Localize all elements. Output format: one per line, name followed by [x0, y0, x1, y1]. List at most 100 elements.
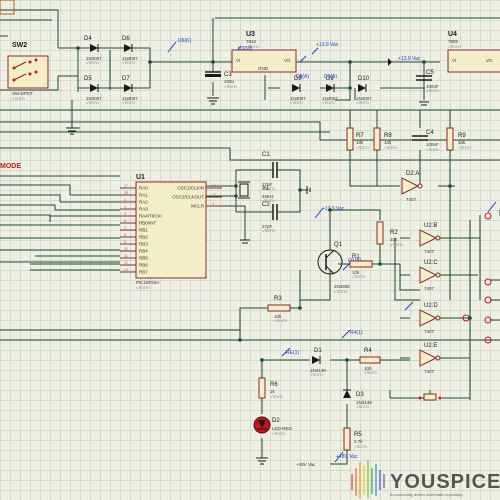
gate-ref: U2:D — [424, 303, 438, 309]
c5-ref: C5 — [426, 70, 434, 76]
r2-ref: R2 — [390, 230, 398, 236]
u4-text: <TEXT> — [448, 45, 461, 49]
capacitor-c4[interactable]: C4 100nF <TEXT> — [412, 130, 439, 152]
u4-vo: VO — [486, 58, 493, 63]
resistor-r9[interactable]: R9 10k <TEXT> — [446, 127, 471, 151]
r6-ref: R6 — [270, 382, 278, 388]
mode-label: MODE — [0, 163, 21, 170]
mcu-pin-name: RB6 — [139, 263, 148, 268]
r9-text: <TEXT> — [458, 146, 471, 150]
u3-gnd: GND — [258, 66, 269, 71]
d9-text: <TEXT> — [322, 101, 335, 105]
d3-text: <TEXT> — [356, 405, 369, 409]
diode-d1[interactable]: D1 1N4148 <TEXT> — [310, 348, 326, 377]
diode-d9[interactable]: D9 1N4007 <TEXT> — [322, 76, 338, 105]
relay-contact — [418, 393, 442, 401]
mcu-pin-name: RB5 — [139, 256, 148, 261]
mcu-pin-name: RB3 — [139, 242, 148, 247]
c3-ref: C3 — [224, 72, 232, 78]
sw2-ref: SW2 — [12, 42, 27, 49]
gate-type: 7407 — [424, 329, 435, 334]
q1-type: 2N3906 — [334, 284, 350, 289]
logo-tagline: A community driven schematic repository — [390, 492, 463, 497]
buffer-gate[interactable]: U2:D 7407 — [419, 303, 441, 334]
buffer-gate[interactable]: U2:E 7407 — [419, 343, 441, 374]
gate-bubble — [435, 355, 441, 361]
buffer-gate[interactable]: D2:A 7407 — [401, 171, 423, 202]
d4-ref: D4 — [84, 36, 92, 42]
resistor-r5[interactable]: R5 4.7k <TEXT> — [343, 427, 367, 451]
buffer-gate[interactable]: U2:B 7407 — [419, 223, 441, 254]
r5-text: <TEXT> — [354, 445, 367, 449]
c4-ref: C4 — [426, 130, 434, 136]
capacitor-c3[interactable]: C3 100u <TEXT> — [205, 71, 237, 89]
resistor-r3[interactable]: R3 10k <TEXT> — [267, 296, 291, 323]
schematic-drawing[interactable]: SW2 SW-DPDT <TEXT> D4 1N4007 <TEXT> D6 1… — [0, 0, 500, 500]
switch-sw2[interactable]: SW2 SW-DPDT <TEXT> — [0, 0, 49, 101]
d6-text: <TEXT> — [122, 61, 135, 65]
x1-ref: X1 — [262, 186, 270, 192]
mcu-pin-name: RB0/INT — [139, 221, 157, 226]
logo-text: YOUSPICE — [390, 471, 500, 493]
c4-text: <TEXT> — [426, 148, 439, 152]
diode-d7[interactable]: D7 1N4007 <TEXT> — [122, 76, 138, 105]
resistor-r8[interactable]: R8 10k <TEXT> — [373, 127, 397, 151]
mcu-pin-number: 17 — [124, 184, 128, 188]
mcu-pin-name: RA0 — [139, 186, 148, 191]
probe-r1: R4(1) — [350, 330, 363, 336]
resistor-r6[interactable]: R6 1k <TEXT> — [258, 377, 283, 399]
microcontroller-u1[interactable]: U1 PIC16F84A <TEXT> 17 RA0 18 RA1 1 RA2 2 RA3 3 R… — [120, 174, 222, 290]
d2-type: LED-RED — [272, 426, 293, 431]
r8-ref: R8 — [384, 133, 392, 139]
d5-ref: D5 — [84, 76, 92, 82]
c3-value: 100u — [224, 79, 235, 84]
r3-text: <TEXT> — [274, 319, 287, 323]
youspice-logo: YOUSPICE A community driven schematic re… — [351, 460, 500, 498]
diode-d8[interactable]: D8 1N4007 <TEXT> — [290, 76, 306, 105]
mcu-pin-name: RB4 — [139, 249, 148, 254]
r9-value: 10k — [458, 140, 466, 145]
probe-48v: +48V Vac — [336, 454, 358, 460]
r1-text: <TEXT> — [352, 275, 365, 279]
r8-text: <TEXT> — [384, 146, 397, 150]
schematic-canvas[interactable]: SW2 SW-DPDT <TEXT> D4 1N4007 <TEXT> D6 1… — [0, 0, 500, 500]
diode-d5[interactable]: D5 1N4007 <TEXT> — [84, 76, 102, 105]
c1-ref: C1 — [262, 152, 270, 158]
label-48v: +48V Vac — [296, 462, 316, 467]
gate-type: 7407 — [424, 369, 435, 374]
probe-d6k: D6(K) — [178, 38, 191, 44]
mcu-pin-number: 3 — [124, 212, 126, 216]
resistor-r7[interactable]: R7 10k <TEXT> — [346, 127, 369, 151]
c5-text: <TEXT> — [426, 89, 439, 93]
gate-symbol — [419, 266, 438, 284]
d7-ref: D7 — [122, 76, 130, 82]
gate-ref: D2:A — [406, 171, 419, 177]
regulator-u4[interactable]: U4 7805 <TEXT> VI VO — [447, 31, 500, 73]
resistor-r2[interactable]: R2 10k <TEXT> — [376, 221, 403, 247]
diode-d4[interactable]: D4 1N4007 <TEXT> — [84, 36, 102, 65]
r6-value: 1k — [270, 389, 276, 394]
d6-ref: D6 — [122, 36, 130, 42]
d4-text: <TEXT> — [86, 61, 99, 65]
right-connectors — [462, 212, 492, 344]
gate-symbol — [419, 349, 438, 367]
d2-ref: D2 — [272, 418, 280, 424]
mcu-pin-number: 2 — [124, 205, 126, 209]
mcu-pin-name: RA4/T0CKI — [139, 214, 162, 219]
diode-d10[interactable]: D10 1N4007 <TEXT> — [356, 76, 372, 105]
probe-13vac: +13.9 Vac — [322, 206, 345, 212]
d5-text: <TEXT> — [86, 101, 99, 105]
buffer-gates[interactable]: D2:A 7407 U2:B 7407 U2:C 7407 U2:D 7407 U2:E 7407 — [401, 171, 441, 374]
capacitor-c5[interactable]: C5 100nF <TEXT> — [416, 70, 439, 93]
led-d2[interactable]: D2 LED-RED <TEXT> — [253, 416, 293, 436]
buffer-gate[interactable]: U2:C 7407 — [419, 260, 441, 291]
mcu-pin-number: 9 — [124, 240, 126, 244]
probe-vc13: +13.9 Vac — [316, 42, 339, 48]
gate-ref: U2:B — [424, 223, 437, 229]
r5-ref: R5 — [354, 432, 362, 438]
diode-d6[interactable]: D6 1N4007 <TEXT> — [122, 36, 138, 65]
capacitor-c2[interactable]: C2 27pF <TEXT> — [260, 202, 290, 233]
d8-text: <TEXT> — [290, 101, 303, 105]
mcu-pin-number: 6 — [124, 219, 126, 223]
resistor-r4[interactable]: R4 100 <TEXT> — [359, 348, 381, 375]
